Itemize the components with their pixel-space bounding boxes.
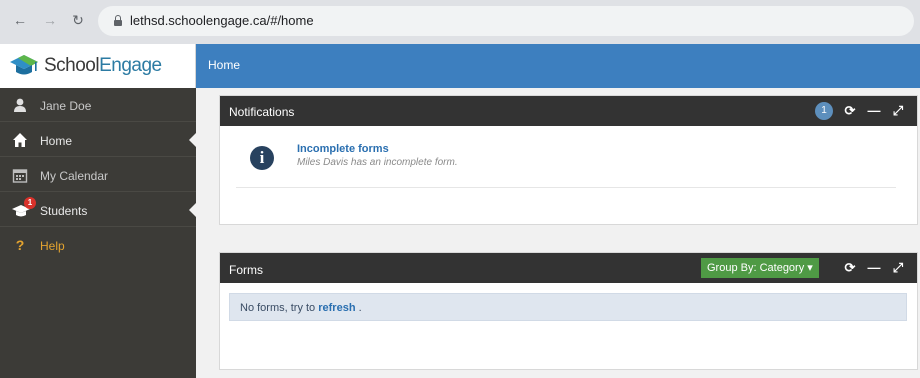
brand-engage: Engage [99,55,162,76]
sidebar-item-label: Help [40,239,65,253]
sidebar-item-help[interactable]: ? Help [0,228,196,262]
notifications-panel: Notifications 1 ⟳ — ⤢ i Incomplete forms… [219,95,918,225]
minimize-icon[interactable]: — [865,101,883,121]
sidebar-item-home[interactable]: Home [0,123,196,157]
back-arrow-icon[interactable]: ← [10,10,30,30]
notification-title[interactable]: Incomplete forms [297,143,389,155]
calendar-icon [12,169,28,183]
panel-title: Notifications [229,105,295,119]
app-header: Home [196,44,920,88]
reload-icon[interactable]: ↻ [68,10,88,30]
expand-icon[interactable]: ⤢ [889,101,907,121]
sidebar-item-label: Home [40,134,73,148]
home-icon [13,133,27,147]
sidebar-item-calendar[interactable]: My Calendar [0,158,196,192]
page-title: Home [208,58,241,72]
expand-icon[interactable]: ⤢ [889,258,907,278]
panel-header: Notifications 1 ⟳ — ⤢ [220,96,917,126]
empty-suffix: . [355,302,362,314]
group-by-dropdown[interactable]: Group By: Category ▾ [701,258,819,278]
panel-header: Forms Group By: Category ▾ ⟳ — ⤢ [220,253,917,283]
forms-panel: Forms Group By: Category ▾ ⟳ — ⤢ No form… [219,252,918,370]
logo[interactable]: SchoolEngage [0,44,196,88]
minimize-icon[interactable]: — [865,258,883,278]
notification-count-badge: 1 [815,102,833,120]
panel-title: Forms [229,263,263,277]
notification-message: Miles Davis has an incomplete form. [297,157,458,168]
refresh-icon[interactable]: ⟳ [841,258,859,278]
group-by-label: Group By: Category [707,262,805,274]
sidebar-item-label: Students [40,204,88,218]
panel-tools: 1 ⟳ — ⤢ [815,101,911,121]
graduation-cap-logo-icon [10,55,38,75]
notification-badge: 1 [24,197,36,209]
refresh-link[interactable]: refresh [318,302,355,314]
empty-state-text: No forms, try to refresh . [240,302,362,314]
empty-prefix: No forms, try to [240,302,319,314]
user-icon [14,98,26,112]
refresh-icon[interactable]: ⟳ [841,101,859,121]
info-icon: i [250,146,274,170]
brand-school: School [44,55,100,76]
lock-icon [114,15,122,26]
sidebar-item-students[interactable]: 1 Students [0,193,196,227]
active-indicator [189,133,196,147]
expand-indicator [189,203,196,217]
sidebar-item-label: Jane Doe [40,99,92,113]
forward-arrow-icon[interactable]: → [40,10,60,30]
question-icon: ? [15,237,25,253]
sidebar: Jane Doe Home My Calendar 1 Students ? H… [0,88,196,378]
caret-down-icon: ▾ [807,262,813,274]
empty-state: No forms, try to refresh . [229,293,907,321]
panel-tools: Group By: Category ▾ ⟳ — ⤢ [701,258,911,278]
browser-toolbar: ← → ↻ lethsd.schoolengage.ca/#/home [0,0,920,44]
sidebar-item-label: My Calendar [40,169,109,183]
url-text[interactable]: lethsd.schoolengage.ca/#/home [130,13,314,28]
sidebar-item-user[interactable]: Jane Doe [0,88,196,122]
notification-item[interactable]: i Incomplete forms Miles Davis has an in… [236,140,896,188]
